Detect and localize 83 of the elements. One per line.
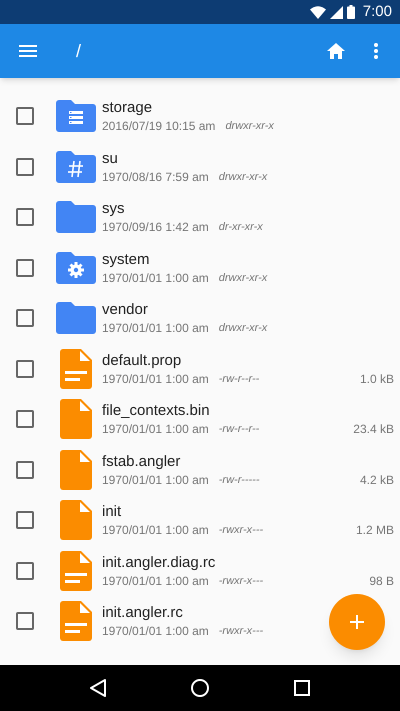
file-permissions: -rw-r----- (218, 472, 260, 488)
file-name: init (102, 502, 122, 522)
folder-icon (56, 100, 96, 132)
plus-icon (350, 615, 364, 629)
file-name: init.angler.diag.rc (102, 552, 216, 573)
checkbox[interactable] (16, 612, 34, 630)
file-row[interactable]: sys 1970/09/16 1:42 am dr-xr-xr-x (0, 192, 400, 242)
checkbox[interactable] (16, 309, 34, 328)
file-icon (60, 450, 92, 490)
file-row[interactable]: su 1970/08/16 7:59 am drwxr-xr-x (0, 142, 400, 192)
more-icon (374, 43, 378, 59)
file-size: 23.4 kB (353, 421, 394, 438)
file-row[interactable]: file_contexts.bin 1970/01/01 1:00 am -rw-r--r-- 23.4 kB (0, 394, 400, 444)
back-icon[interactable] (90, 679, 106, 697)
file-date: 1970/09/16 1:42 am (102, 219, 209, 236)
checkbox[interactable] (16, 511, 34, 530)
checkbox[interactable] (16, 258, 34, 277)
file-date: 1970/01/01 1:00 am (102, 421, 209, 438)
path-title[interactable]: / (76, 37, 82, 65)
home-icon (327, 43, 345, 59)
file-size: 4.2 kB (360, 472, 394, 488)
file-size: 1.0 kB (360, 370, 394, 387)
file-name: sys (102, 199, 124, 220)
file-row[interactable]: system 1970/01/01 1:00 am drwxr-xr-x (0, 242, 400, 293)
file-permissions: drwxr-xr-x (218, 170, 268, 185)
file-date: 1970/01/01 1:00 am (102, 472, 209, 488)
file-row[interactable]: init 1970/01/01 1:00 am -rwxr-x--- 1.2 MB (0, 495, 400, 546)
file-date: 1970/01/01 1:00 am (102, 270, 209, 286)
file-date: 2016/07/19 10:15 am (102, 118, 216, 134)
file-name: system (102, 250, 150, 270)
checkbox[interactable] (16, 410, 34, 428)
file-name: init.angler.rc (102, 603, 183, 624)
recents-icon[interactable] (294, 680, 310, 696)
battery-icon (346, 5, 355, 19)
file-row[interactable]: vendor 1970/01/01 1:00 am drwxr-xr-x (0, 293, 400, 344)
folder-icon (56, 252, 96, 284)
file-date: 1970/08/16 7:59 am (102, 168, 209, 185)
checkbox[interactable] (16, 158, 34, 176)
file-row[interactable]: init.angler.rc 1970/01/01 1:00 am -rwxr-x--- (0, 596, 400, 646)
folder-icon (56, 201, 96, 234)
file-permissions: drwxr-xr-x (218, 321, 268, 336)
menu-icon (19, 45, 37, 57)
signal-icon (330, 6, 343, 18)
file-row[interactable]: default.prop 1970/01/01 1:00 am -rw-r--r-- 1.0 kB (0, 344, 400, 394)
document-icon (60, 550, 92, 591)
file-date: 1970/01/01 1:00 am (102, 623, 209, 640)
file-name: fstab.angler (102, 452, 180, 472)
file-icon (60, 399, 92, 440)
folder-icon (56, 302, 96, 334)
file-size: 1.2 MB (356, 522, 394, 538)
document-icon (60, 348, 92, 389)
file-size: 98 B (369, 572, 394, 589)
file-permissions: dr-xr-xr-x (218, 220, 263, 236)
file-name: vendor (102, 300, 148, 320)
file-permissions: -rw-r--r-- (218, 372, 260, 387)
file-permissions: drwxr-xr-x (225, 119, 274, 134)
document-icon (60, 601, 92, 642)
home-circle-icon[interactable] (190, 679, 209, 697)
file-row[interactable]: fstab.angler 1970/01/01 1:00 am -rw-r----- 4.2 kB (0, 444, 400, 495)
clock-time: 7:00 (362, 2, 392, 22)
file-name: default.prop (102, 350, 182, 371)
file-icon (60, 500, 92, 540)
wifi-icon (310, 6, 326, 18)
file-permissions: -rwxr-x--- (218, 624, 264, 640)
file-name: su (102, 148, 118, 169)
file-permissions: -rwxr-x--- (218, 574, 264, 589)
file-name: file_contexts.bin (102, 401, 210, 422)
file-permissions: -rwxr-x--- (218, 523, 264, 538)
file-date: 1970/01/01 1:00 am (102, 370, 209, 387)
checkbox[interactable] (16, 107, 34, 126)
file-row[interactable]: init.angler.diag.rc 1970/01/01 1:00 am -rwxr-x--- 98 B (0, 546, 400, 596)
file-row[interactable]: storage 2016/07/19 10:15 am drwxr-xr-x (0, 91, 400, 142)
checkbox[interactable] (16, 208, 34, 226)
file-name: storage (102, 98, 152, 118)
folder-icon (56, 150, 96, 183)
file-date: 1970/01/01 1:00 am (102, 522, 209, 538)
file-date: 1970/01/01 1:00 am (102, 320, 209, 336)
file-date: 1970/01/01 1:00 am (102, 572, 209, 589)
checkbox[interactable] (16, 360, 34, 378)
checkbox[interactable] (16, 562, 34, 580)
checkbox[interactable] (16, 460, 34, 479)
file-permissions: -rw-r--r-- (218, 422, 260, 438)
file-permissions: drwxr-xr-x (218, 270, 268, 286)
